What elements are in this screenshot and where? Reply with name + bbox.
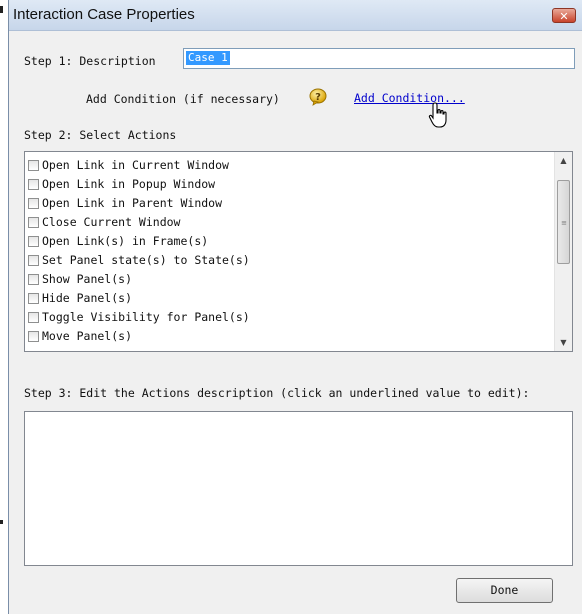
action-checkbox[interactable]	[28, 217, 39, 228]
description-selected-text: Case 1	[186, 51, 230, 65]
list-item[interactable]: Open Link in Popup Window	[28, 175, 215, 193]
svg-text:?: ?	[315, 92, 321, 103]
hand-pointer-cursor-icon	[428, 102, 447, 128]
action-checkbox[interactable]	[28, 255, 39, 266]
done-button[interactable]: Done	[456, 578, 553, 603]
list-item[interactable]: Close Current Window	[28, 213, 180, 231]
list-item[interactable]: Move Panel(s)	[28, 327, 132, 345]
list-item[interactable]: Toggle Visibility for Panel(s)	[28, 308, 250, 326]
action-label: Open Link(s) in Frame(s)	[42, 234, 209, 248]
action-label: Open Link in Popup Window	[42, 177, 216, 191]
window-edge-mark	[0, 6, 3, 13]
action-checkbox[interactable]	[28, 312, 39, 323]
action-label: Show Panel(s)	[42, 272, 133, 286]
list-item[interactable]: Open Link in Parent Window	[28, 194, 222, 212]
list-item[interactable]: Show Panel(s)	[28, 270, 132, 288]
action-checkbox[interactable]	[28, 274, 39, 285]
action-checkbox[interactable]	[28, 198, 39, 209]
step3-label: Step 3: Edit the Actions description (cl…	[24, 386, 530, 400]
action-checkbox[interactable]	[28, 160, 39, 171]
action-label: Open Link in Current Window	[42, 158, 229, 172]
window-edge-mark	[0, 520, 3, 524]
scroll-up-arrow-icon[interactable]: ▲	[555, 152, 572, 169]
scroll-down-arrow-icon[interactable]: ▼	[555, 334, 572, 351]
interaction-case-dialog: Interaction Case Properties ✕ Step 1: De…	[8, 0, 582, 614]
dialog-title: Interaction Case Properties	[13, 6, 195, 23]
action-checkbox[interactable]	[28, 179, 39, 190]
step2-label: Step 2: Select Actions	[24, 128, 177, 142]
action-label: Close Current Window	[42, 215, 181, 229]
action-label: Hide Panel(s)	[42, 291, 133, 305]
close-button[interactable]: ✕	[552, 8, 576, 23]
action-checkbox[interactable]	[28, 331, 39, 342]
actions-description-area[interactable]	[24, 411, 573, 566]
list-item[interactable]: Open Link(s) in Frame(s)	[28, 232, 208, 250]
action-checkbox[interactable]	[28, 293, 39, 304]
close-icon: ✕	[559, 10, 569, 23]
scroll-thumb[interactable]: ≡	[557, 180, 570, 264]
action-label: Toggle Visibility for Panel(s)	[42, 310, 250, 324]
actions-list[interactable]: Open Link in Current Window Open Link in…	[24, 151, 573, 352]
scroll-grip-icon: ≡	[561, 219, 567, 227]
description-input[interactable]: Case 1	[183, 48, 575, 69]
add-condition-label: Add Condition (if necessary)	[86, 92, 280, 106]
action-label: Open Link in Parent Window	[42, 196, 223, 210]
list-item[interactable]: Set Panel state(s) to State(s)	[28, 251, 250, 269]
action-checkbox[interactable]	[28, 236, 39, 247]
list-item[interactable]: Hide Panel(s)	[28, 289, 132, 307]
step1-label: Step 1: Description	[24, 54, 156, 68]
question-bubble-icon[interactable]: ?	[309, 88, 327, 106]
action-label: Set Panel state(s) to State(s)	[42, 253, 250, 267]
actions-scrollbar[interactable]: ▲ ≡ ▼	[554, 152, 572, 351]
list-item[interactable]: Open Link in Current Window	[28, 156, 229, 174]
title-bar[interactable]: Interaction Case Properties ✕	[9, 0, 582, 31]
action-label: Move Panel(s)	[42, 329, 133, 343]
